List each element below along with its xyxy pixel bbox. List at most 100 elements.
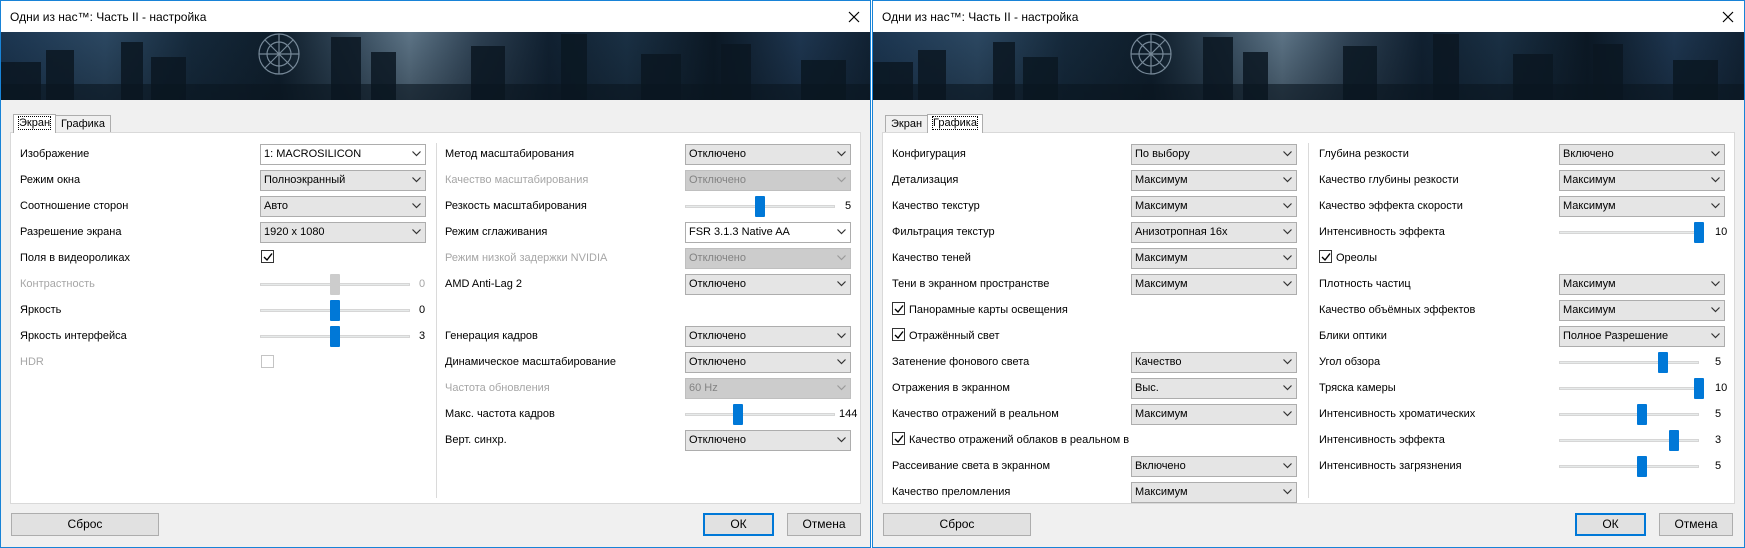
window-title: Одни из нас™: Часть II - настройка bbox=[882, 9, 1079, 24]
config-select[interactable]: По выбору bbox=[1131, 144, 1297, 165]
image-select[interactable]: 1: MACROSILICON bbox=[260, 144, 426, 165]
particle-density-select[interactable]: Максимум bbox=[1559, 274, 1725, 295]
ui-brightness-label: Яркость интерфейса bbox=[20, 330, 127, 342]
cloud-reflection-checkbox[interactable] bbox=[892, 432, 905, 445]
cancel-button[interactable]: Отмена bbox=[787, 513, 861, 536]
ambient-occlusion-select[interactable]: Качество bbox=[1131, 352, 1297, 373]
ui-brightness-slider[interactable] bbox=[260, 325, 410, 347]
frame-gen-select[interactable]: Отключено bbox=[685, 326, 851, 347]
effect-intensity-value: 10 bbox=[1715, 226, 1728, 238]
close-button[interactable] bbox=[838, 1, 870, 32]
fov-value: 5 bbox=[1715, 356, 1722, 368]
tab-strip: Экран Графика bbox=[885, 114, 983, 133]
ui-brightness-value: 3 bbox=[419, 330, 426, 342]
camera-shake-slider[interactable] bbox=[1559, 377, 1704, 399]
slider-thumb[interactable] bbox=[1694, 222, 1704, 243]
antialiasing-select[interactable]: FSR 3.1.3 Native AA bbox=[685, 222, 851, 243]
motion-blur-quality-select[interactable]: Максимум bbox=[1559, 196, 1725, 217]
slider-track bbox=[1559, 465, 1699, 468]
chromatic-intensity-slider[interactable] bbox=[1559, 403, 1699, 425]
column-divider bbox=[436, 143, 437, 498]
lens-flares-select[interactable]: Полное Разрешение bbox=[1559, 326, 1725, 347]
shadow-quality-label: Качество теней bbox=[892, 252, 971, 264]
header-banner-image bbox=[1, 32, 870, 100]
shadow-quality-select[interactable]: Максимум bbox=[1131, 248, 1297, 269]
panoramic-maps-checkbox[interactable] bbox=[892, 302, 905, 315]
ss-shadows-label: Тени в экранном пространстве bbox=[892, 278, 1050, 290]
amd-antilag-select[interactable]: Отключено bbox=[685, 274, 851, 295]
ss-shadows-select[interactable]: Максимум bbox=[1131, 274, 1297, 295]
vsync-select[interactable]: Отключено bbox=[685, 430, 851, 451]
dof-select[interactable]: Включено bbox=[1559, 144, 1725, 165]
slider-thumb[interactable] bbox=[755, 196, 765, 217]
volumetric-quality-select[interactable]: Максимум bbox=[1559, 300, 1725, 321]
scaling-sharpness-label: Резкость масштабирования bbox=[445, 200, 587, 212]
brightness-slider[interactable] bbox=[260, 299, 410, 321]
max-fps-slider[interactable] bbox=[685, 403, 835, 425]
hdr-checkbox[interactable] bbox=[261, 355, 274, 368]
close-button[interactable] bbox=[1712, 1, 1744, 32]
chevron-down-icon bbox=[1711, 203, 1720, 209]
texture-quality-select[interactable]: Максимум bbox=[1131, 196, 1297, 217]
panoramic-maps-label: Панорамные карты освещения bbox=[909, 304, 1068, 316]
slider-thumb[interactable] bbox=[1636, 456, 1647, 477]
refresh-rate-select[interactable]: 60 Hz bbox=[685, 378, 851, 399]
refresh-rate-value: 60 Hz bbox=[689, 382, 718, 394]
slider-thumb[interactable] bbox=[330, 326, 340, 347]
dynamic-scaling-select[interactable]: Отключено bbox=[685, 352, 851, 373]
video-margins-checkbox[interactable] bbox=[261, 250, 274, 263]
tab-screen[interactable]: Экран bbox=[13, 114, 57, 133]
effect-intensity-slider[interactable] bbox=[1559, 221, 1704, 243]
halos-checkbox[interactable] bbox=[1319, 250, 1332, 263]
tab-graphics[interactable]: Графика bbox=[927, 114, 983, 133]
slider-thumb[interactable] bbox=[330, 300, 340, 321]
rt-reflection-quality-select[interactable]: Максимум bbox=[1131, 404, 1297, 425]
scaling-method-label: Метод масштабирования bbox=[445, 148, 575, 160]
refraction-select[interactable]: Максимум bbox=[1131, 482, 1297, 503]
texture-quality-value: Максимум bbox=[1135, 200, 1188, 212]
detail-select[interactable]: Максимум bbox=[1131, 170, 1297, 191]
tab-screen[interactable]: Экран bbox=[885, 115, 929, 132]
ok-button[interactable]: ОК bbox=[703, 513, 774, 536]
reset-button[interactable]: Сброс bbox=[11, 513, 159, 536]
reset-button[interactable]: Сброс bbox=[883, 513, 1031, 536]
fov-slider[interactable] bbox=[1559, 351, 1699, 373]
reflected-light-checkbox[interactable] bbox=[892, 328, 905, 341]
tab-graphics[interactable]: Графика bbox=[55, 115, 111, 132]
chevron-down-icon bbox=[1711, 151, 1720, 157]
slider-thumb[interactable] bbox=[1657, 352, 1668, 373]
slider-thumb[interactable] bbox=[1668, 430, 1679, 451]
tab-label: Графика bbox=[932, 116, 978, 130]
scaling-quality-select[interactable]: Отключено bbox=[685, 170, 851, 191]
dof-quality-select[interactable]: Максимум bbox=[1559, 170, 1725, 191]
scaling-method-select[interactable]: Отключено bbox=[685, 144, 851, 165]
motion-blur-quality-value: Максимум bbox=[1563, 200, 1616, 212]
hdr-label: HDR bbox=[20, 356, 44, 368]
amd-antilag-label: AMD Anti-Lag 2 bbox=[445, 278, 523, 290]
chevron-down-icon bbox=[1283, 385, 1292, 391]
scaling-method-value: Отключено bbox=[689, 148, 746, 160]
scaling-sharpness-slider[interactable] bbox=[685, 195, 835, 217]
grain-intensity-slider[interactable] bbox=[1559, 455, 1699, 477]
cancel-button[interactable]: Отмена bbox=[1659, 513, 1733, 536]
resolution-select[interactable]: 1920 x 1080 bbox=[260, 222, 426, 243]
tab-label: Графика bbox=[61, 118, 105, 130]
aspect-ratio-select[interactable]: Авто bbox=[260, 196, 426, 217]
slider-thumb[interactable] bbox=[1636, 404, 1647, 425]
slider-thumb[interactable] bbox=[732, 404, 743, 425]
video-margins-label: Поля в видеороликах bbox=[20, 252, 130, 264]
window-mode-select[interactable]: Полноэкранный bbox=[260, 170, 426, 191]
slider-thumb[interactable] bbox=[330, 274, 340, 295]
vsync-label: Верт. синхр. bbox=[445, 434, 507, 446]
scaling-sharpness-value: 5 bbox=[845, 200, 852, 212]
chevron-down-icon bbox=[837, 333, 846, 339]
contrast-slider[interactable] bbox=[260, 273, 410, 295]
nvidia-reflex-label: Режим низкой задержки NVIDIA bbox=[445, 252, 608, 264]
effect-intensity-2-slider[interactable] bbox=[1559, 429, 1699, 451]
ok-button[interactable]: ОК bbox=[1575, 513, 1646, 536]
nvidia-reflex-select[interactable]: Отключено bbox=[685, 248, 851, 269]
ss-reflections-select[interactable]: Выс. bbox=[1131, 378, 1297, 399]
ss-scattering-select[interactable]: Включено bbox=[1131, 456, 1297, 477]
texture-filtering-select[interactable]: Анизотропная 16x bbox=[1131, 222, 1297, 243]
slider-thumb[interactable] bbox=[1694, 378, 1704, 399]
